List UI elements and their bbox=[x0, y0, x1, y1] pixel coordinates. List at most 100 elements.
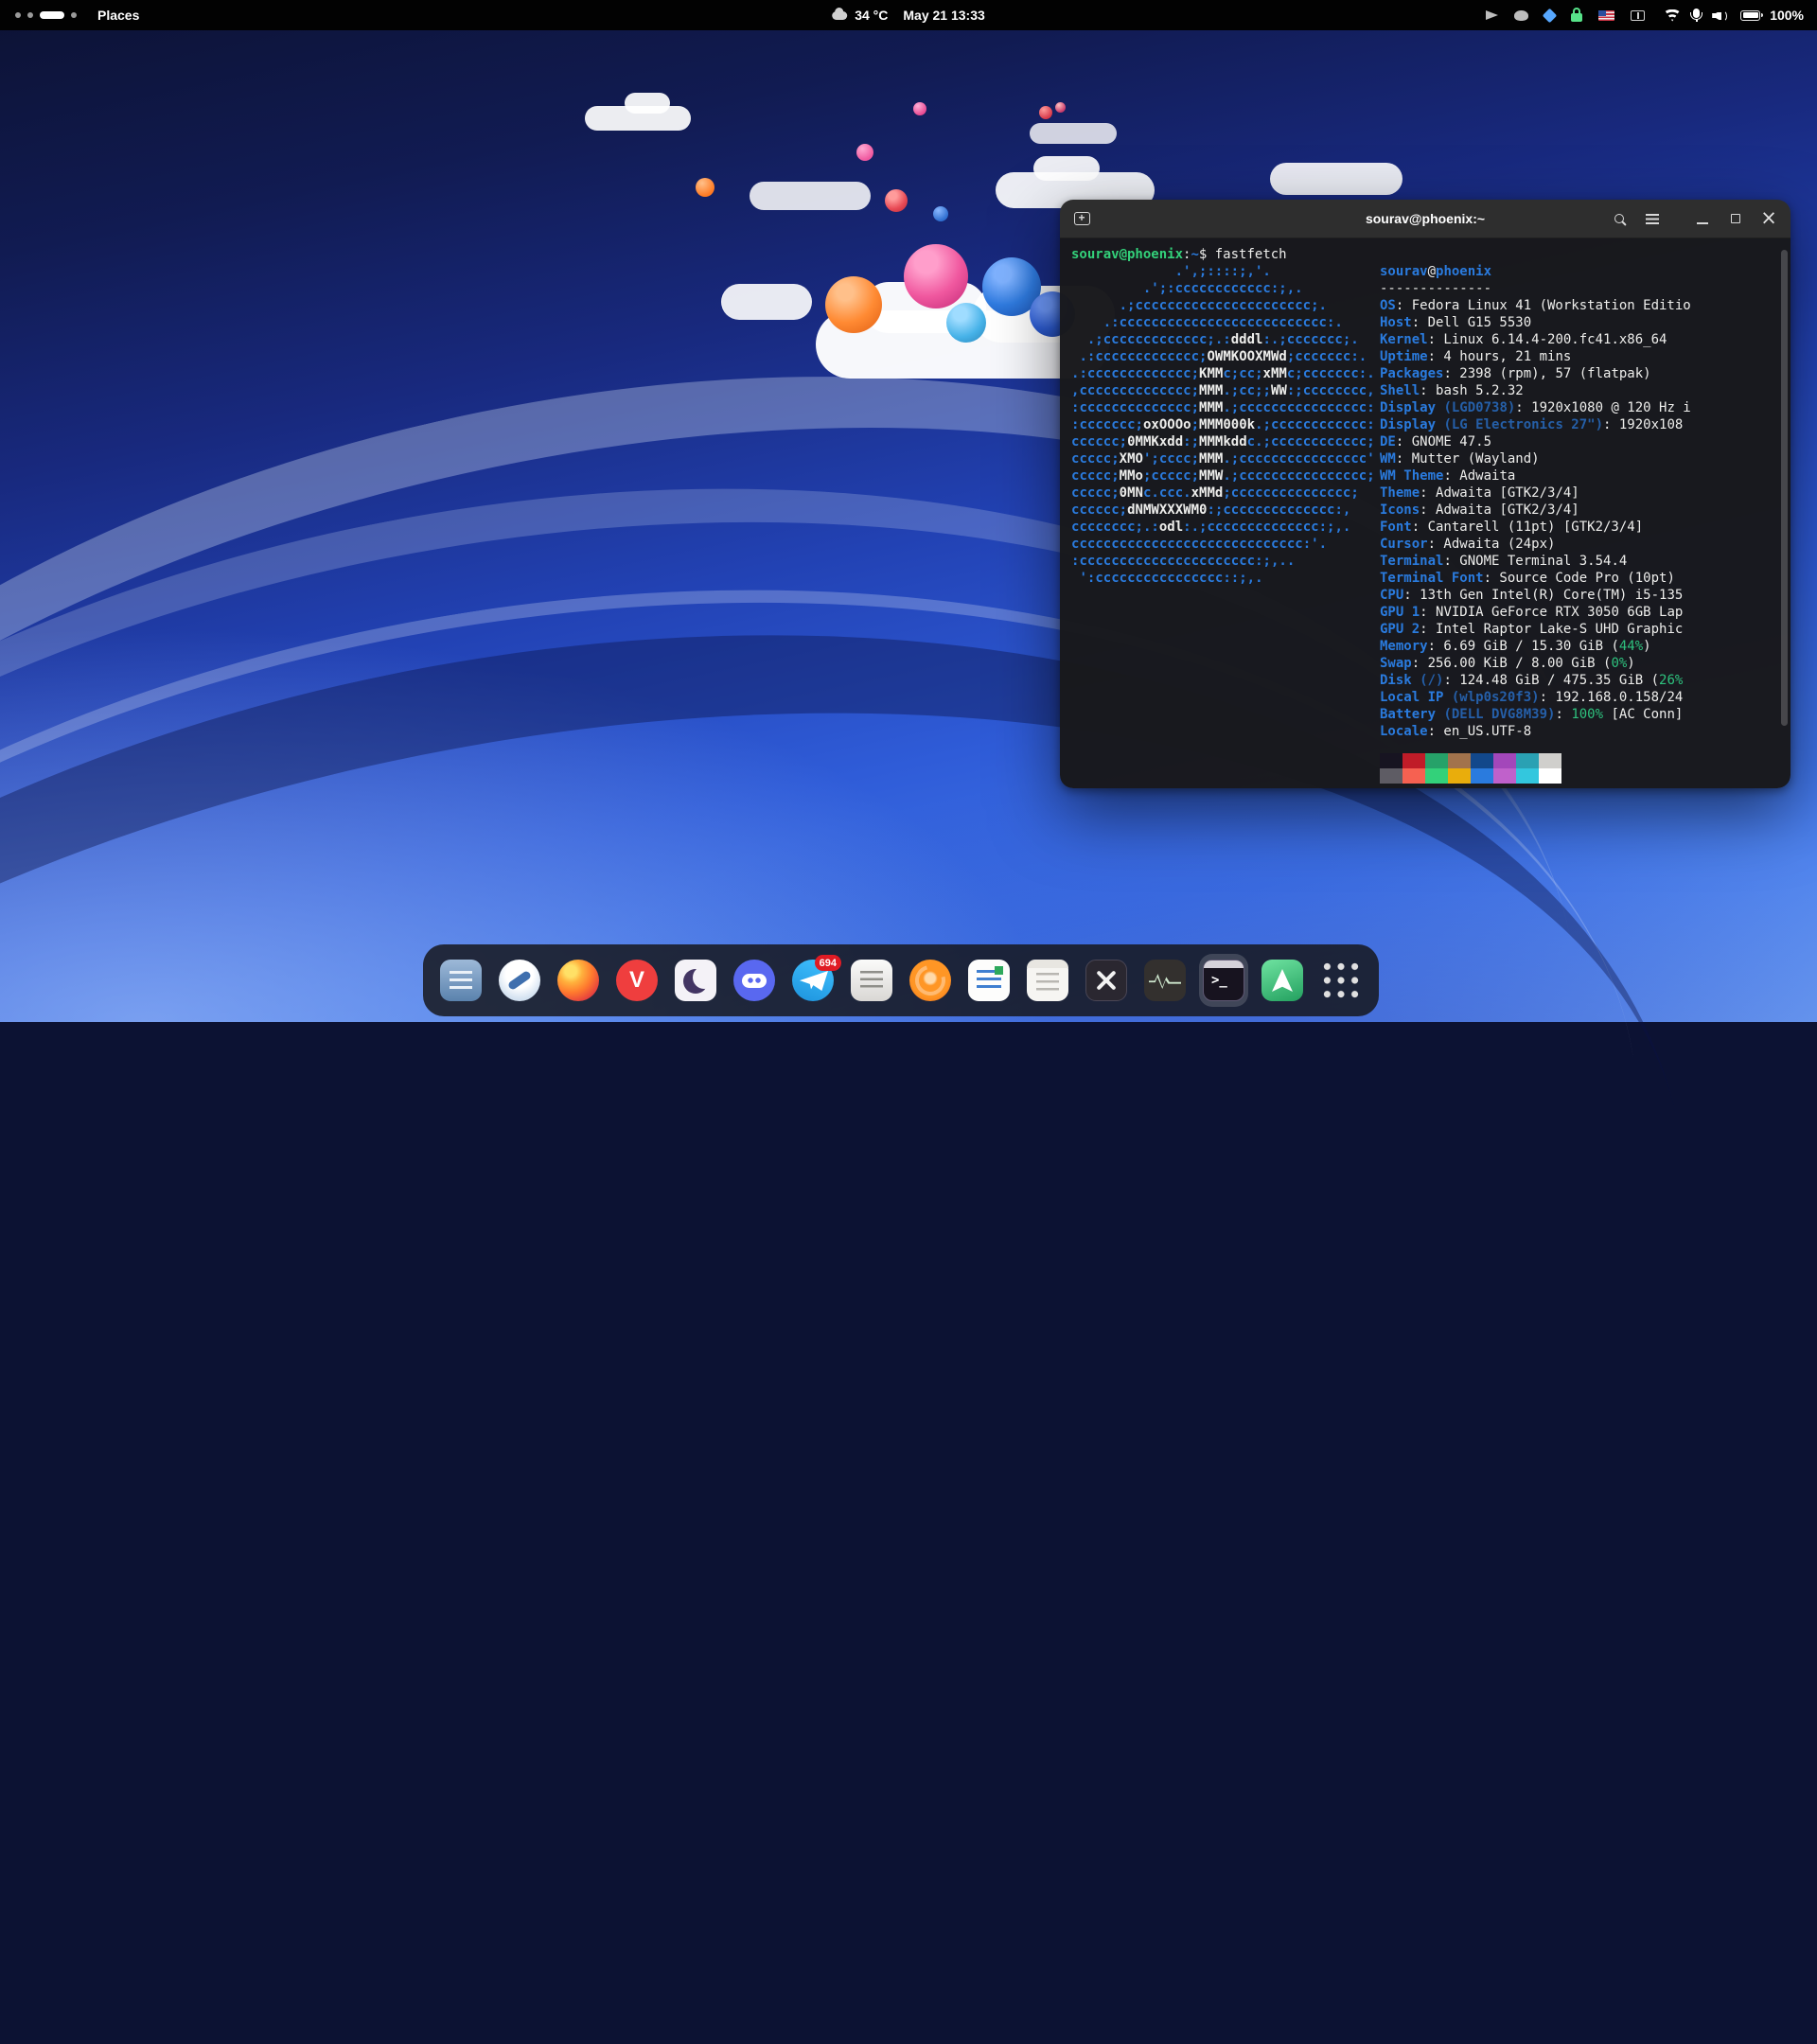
dock-terminal-icon bbox=[1203, 960, 1244, 1001]
dock-zen-browser-icon bbox=[675, 960, 716, 1001]
dock-show-apps[interactable] bbox=[1316, 954, 1366, 1007]
palette-swatch bbox=[1493, 768, 1516, 784]
dock-document-editor-icon bbox=[851, 960, 892, 1001]
fastfetch-info: sourav@phoenix -------------- OS: Fedora… bbox=[1380, 263, 1691, 740]
wallpaper-cloud bbox=[1270, 163, 1402, 195]
dock-orange-ring-app[interactable] bbox=[906, 954, 955, 1007]
palette-swatch bbox=[1425, 768, 1448, 784]
dock-text-editor-blue[interactable] bbox=[436, 954, 485, 1007]
palette-swatch bbox=[1402, 768, 1425, 784]
notification-badge: 694 bbox=[815, 955, 841, 971]
workspace-active-pill[interactable] bbox=[40, 11, 64, 19]
wallpaper-balloon bbox=[856, 144, 873, 161]
dock-telegram[interactable]: 694 bbox=[788, 954, 838, 1007]
terminal-titlebar[interactable]: sourav@phoenix:~ bbox=[1060, 200, 1791, 238]
dock-document-editor[interactable] bbox=[847, 954, 896, 1007]
scrollbar[interactable] bbox=[1781, 244, 1788, 785]
menu-button[interactable] bbox=[1638, 204, 1667, 233]
dock-vivaldi[interactable] bbox=[612, 954, 662, 1007]
dock-system-monitor-icon bbox=[1144, 960, 1186, 1001]
status-icons bbox=[1664, 9, 1760, 22]
dock-office-writer[interactable] bbox=[964, 954, 1014, 1007]
dock: 694 bbox=[423, 944, 1379, 1016]
terminal-window: sourav@phoenix:~ sourav@phoenix:~$ fastf… bbox=[1060, 200, 1791, 788]
wallpaper-balloon bbox=[946, 303, 986, 343]
maximize-icon bbox=[1731, 214, 1740, 223]
hamburger-menu-icon bbox=[1646, 214, 1659, 224]
dock-notes-icon bbox=[1027, 960, 1068, 1001]
tray-discord-icon[interactable] bbox=[1514, 10, 1528, 21]
tray-vpn-lock-icon[interactable] bbox=[1571, 13, 1582, 22]
dock-discord[interactable] bbox=[730, 954, 779, 1007]
battery-percent: 100% bbox=[1770, 8, 1804, 23]
search-button[interactable] bbox=[1605, 204, 1633, 233]
palette-swatch bbox=[1380, 768, 1402, 784]
fastfetch-output: .',;::::;,'. .';:cccccccccccc:;,. .;cccc… bbox=[1071, 263, 1781, 784]
dock-green-share-app-icon bbox=[1261, 960, 1303, 1001]
places-menu[interactable]: Places bbox=[92, 8, 145, 23]
wallpaper-balloon bbox=[696, 178, 714, 197]
maximize-button[interactable] bbox=[1721, 204, 1750, 233]
palette-swatch bbox=[1448, 753, 1471, 768]
dock-terminal[interactable] bbox=[1199, 954, 1248, 1007]
dock-dark-x-app[interactable] bbox=[1082, 954, 1131, 1007]
palette-swatch bbox=[1471, 768, 1493, 784]
shell-prompt: sourav@phoenix:~$ fastfetch bbox=[1071, 246, 1781, 263]
wifi-icon[interactable] bbox=[1664, 9, 1681, 22]
dock-zen-browser[interactable] bbox=[671, 954, 720, 1007]
wallpaper-cloud bbox=[1033, 156, 1100, 181]
terminal-content[interactable]: sourav@phoenix:~$ fastfetch .',;::::;,'.… bbox=[1060, 238, 1791, 788]
dock-green-share-app[interactable] bbox=[1258, 954, 1307, 1007]
palette-swatch bbox=[1380, 753, 1402, 768]
terminal-color-palette bbox=[1380, 753, 1691, 784]
palette-swatch bbox=[1471, 753, 1493, 768]
dock-firefox-icon bbox=[557, 960, 599, 1001]
quick-settings[interactable]: 100% bbox=[1664, 8, 1804, 23]
new-tab-icon bbox=[1074, 212, 1090, 225]
microphone-icon[interactable] bbox=[1693, 9, 1700, 18]
palette-swatch bbox=[1425, 753, 1448, 768]
close-icon bbox=[1760, 208, 1777, 229]
volume-icon[interactable] bbox=[1712, 9, 1728, 22]
new-tab-button[interactable] bbox=[1067, 204, 1096, 233]
fedora-ascii-logo: .',;::::;,'. .';:cccccccccccc:;,. .;cccc… bbox=[1071, 263, 1380, 784]
dock-system-monitor[interactable] bbox=[1140, 954, 1190, 1007]
dock-gnome-web-icon bbox=[499, 960, 540, 1001]
workspace-dot[interactable] bbox=[15, 12, 21, 18]
battery-icon[interactable] bbox=[1740, 10, 1760, 21]
system-tray bbox=[1486, 9, 1645, 22]
top-bar: Places 34 °C May 21 13:33 100% bbox=[0, 0, 1817, 30]
wallpaper-balloon bbox=[1055, 102, 1066, 113]
tray-app-blue-icon[interactable] bbox=[1543, 8, 1558, 23]
palette-swatch bbox=[1539, 768, 1561, 784]
palette-swatch bbox=[1448, 768, 1471, 784]
dock-vivaldi-icon bbox=[616, 960, 658, 1001]
dock-notes[interactable] bbox=[1023, 954, 1072, 1007]
dock-office-writer-icon bbox=[968, 960, 1010, 1001]
wallpaper-balloon bbox=[825, 276, 882, 333]
dock-dark-x-app-icon bbox=[1085, 960, 1127, 1001]
workspace-indicator[interactable] bbox=[15, 11, 77, 19]
tray-telegram-icon[interactable] bbox=[1486, 10, 1498, 20]
clock-menu[interactable]: 34 °C May 21 13:33 bbox=[832, 0, 985, 30]
dock-text-editor-blue-icon bbox=[440, 960, 482, 1001]
wallpaper-balloon bbox=[1039, 106, 1052, 119]
wallpaper-balloon bbox=[904, 244, 968, 308]
weather-icon bbox=[832, 11, 847, 20]
scrollbar-thumb[interactable] bbox=[1781, 250, 1788, 726]
date-time: May 21 13:33 bbox=[903, 8, 984, 23]
workspace-dot[interactable] bbox=[71, 12, 77, 18]
close-button[interactable] bbox=[1755, 204, 1783, 233]
wallpaper-cloud bbox=[1030, 123, 1117, 144]
dock-gnome-web[interactable] bbox=[495, 954, 544, 1007]
wallpaper-cloud bbox=[625, 93, 670, 114]
dock-firefox[interactable] bbox=[554, 954, 603, 1007]
keyboard-layout-flag-icon[interactable] bbox=[1598, 10, 1614, 21]
workspace-dot[interactable] bbox=[27, 12, 33, 18]
palette-swatch bbox=[1493, 753, 1516, 768]
tiling-assistant-icon[interactable] bbox=[1631, 10, 1645, 21]
minimize-button[interactable] bbox=[1688, 204, 1717, 233]
search-icon bbox=[1614, 214, 1624, 223]
dock-orange-ring-app-icon bbox=[909, 960, 951, 1001]
palette-swatch bbox=[1539, 753, 1561, 768]
